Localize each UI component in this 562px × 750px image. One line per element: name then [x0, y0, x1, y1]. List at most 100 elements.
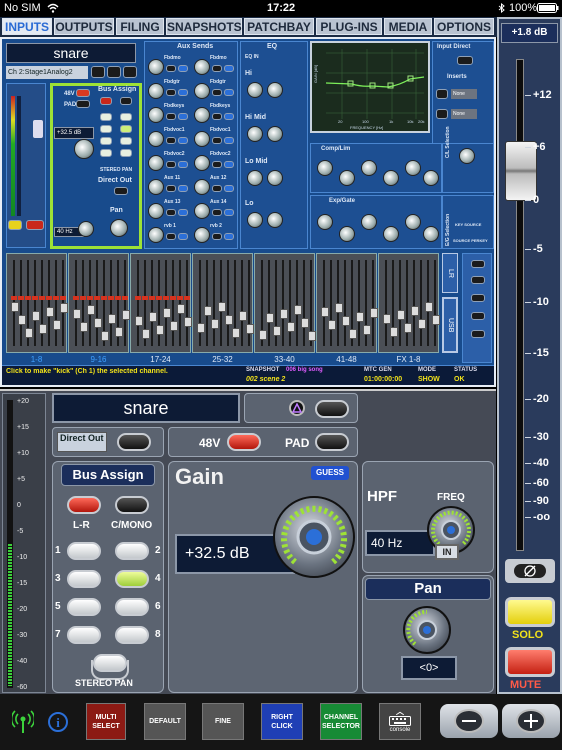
- mini-fader-cap[interactable]: [73, 309, 81, 319]
- eq-himid-freq-knob[interactable]: [267, 126, 283, 142]
- bus-5-toggle[interactable]: [67, 598, 101, 616]
- aux-send-knob[interactable]: [194, 203, 210, 219]
- gain-knob[interactable]: [273, 496, 355, 578]
- eq-hi-gain-knob[interactable]: [247, 82, 263, 98]
- mini-fader-cap[interactable]: [87, 305, 95, 315]
- mini-trim-fader-cap[interactable]: [33, 120, 43, 138]
- aux-send-on-button[interactable]: [178, 89, 188, 96]
- aux-send-pre-button[interactable]: [212, 89, 222, 96]
- mini-fader-cap[interactable]: [432, 315, 440, 325]
- mini-fader-cap[interactable]: [397, 310, 405, 320]
- mini-pan-knob[interactable]: [110, 219, 128, 237]
- aux-send-knob[interactable]: [148, 155, 164, 171]
- source-link-button[interactable]: [123, 66, 137, 78]
- eq-graph[interactable]: 20 100 1k 10k 20k FREQUENCY [Hz] GAIN [d…: [310, 41, 430, 133]
- mini-fader-cap[interactable]: [321, 307, 329, 317]
- mini-fader-cap[interactable]: [108, 314, 116, 324]
- comp-gain-knob[interactable]: [423, 170, 439, 186]
- aux-send-knob[interactable]: [148, 227, 164, 243]
- fader-bank-label[interactable]: FX 1-8: [378, 355, 439, 364]
- mini-fader-cap[interactable]: [218, 302, 226, 312]
- mini-fader-cap[interactable]: [184, 317, 192, 327]
- mini-bus-5[interactable]: [100, 137, 112, 145]
- fader-track[interactable]: [516, 59, 524, 551]
- aux-send-pre-button[interactable]: [212, 209, 222, 216]
- mini-fader-cap[interactable]: [301, 318, 309, 328]
- tab-filing[interactable]: FILING: [116, 18, 164, 35]
- overview-channel-name[interactable]: snare: [6, 43, 136, 63]
- channel-color-icon[interactable]: [289, 400, 305, 416]
- gate-hold-knob[interactable]: [383, 226, 399, 242]
- channel-selector-button[interactable]: CHANNEL SELECTOR: [320, 703, 362, 740]
- aux-send-knob[interactable]: [148, 83, 164, 99]
- aux-send-on-button[interactable]: [224, 161, 234, 168]
- mini-fader-cap[interactable]: [18, 315, 26, 325]
- gate-release-knob[interactable]: [405, 214, 421, 230]
- fader-bank-label[interactable]: 41-48: [316, 355, 377, 364]
- eq-hi-freq-knob[interactable]: [267, 82, 283, 98]
- right-click-button[interactable]: RIGHT CLICK: [261, 703, 303, 740]
- mini-fader-cap[interactable]: [280, 309, 288, 319]
- mini-fader-cap[interactable]: [122, 310, 130, 320]
- input-direct-toggle[interactable]: [457, 56, 473, 65]
- eq-lomid-gain-knob[interactable]: [247, 170, 263, 186]
- aux-send-pre-button[interactable]: [166, 185, 176, 192]
- bank-clear-button[interactable]: [471, 260, 485, 268]
- gate-ratio-knob[interactable]: [339, 226, 355, 242]
- tab-media[interactable]: MEDIA: [384, 18, 432, 35]
- mini-solo-button[interactable]: [8, 220, 22, 230]
- aux-send-on-button[interactable]: [224, 233, 234, 240]
- mini-fader-cap[interactable]: [266, 313, 274, 323]
- aux-send-pre-button[interactable]: [166, 65, 176, 72]
- aux-send-on-button[interactable]: [224, 113, 234, 120]
- eq-himid-gain-knob[interactable]: [247, 126, 263, 142]
- fader-bank-label[interactable]: 9-16: [68, 355, 129, 364]
- console-keyboard-button[interactable]: ︿ console: [379, 703, 421, 740]
- aux-send-pre-button[interactable]: [212, 137, 222, 144]
- mini-fader-cap[interactable]: [156, 325, 164, 335]
- mini-fader-cap[interactable]: [425, 302, 433, 312]
- bank-assign-button[interactable]: [471, 294, 485, 302]
- aux-send-knob[interactable]: [148, 131, 164, 147]
- mini-fader-cap[interactable]: [142, 329, 150, 339]
- aux-send-on-button[interactable]: [178, 113, 188, 120]
- mini-fader-cap[interactable]: [411, 306, 419, 316]
- mini-fader-cap[interactable]: [94, 318, 102, 328]
- mini-fader-cap[interactable]: [11, 302, 19, 312]
- insert-slot-2[interactable]: None: [451, 109, 477, 119]
- bank-spill-button[interactable]: [471, 276, 485, 284]
- side-button-lr[interactable]: LR: [442, 253, 458, 293]
- fader-bank-2[interactable]: [130, 253, 192, 353]
- mini-fader-cap[interactable]: [204, 306, 212, 316]
- eq-lo-gain-knob[interactable]: [247, 212, 263, 228]
- mini-fader-cap[interactable]: [163, 308, 171, 318]
- solo-button[interactable]: [505, 597, 555, 627]
- mini-fader-cap[interactable]: [287, 322, 295, 332]
- mini-fader-cap[interactable]: [135, 316, 143, 326]
- mini-lr-toggle[interactable]: [100, 97, 112, 105]
- aux-send-pre-button[interactable]: [212, 233, 222, 240]
- mini-bus-3[interactable]: [100, 125, 112, 133]
- mini-mute-button[interactable]: [26, 220, 44, 230]
- aux-send-on-button[interactable]: [224, 209, 234, 216]
- mini-fader-cap[interactable]: [101, 331, 109, 341]
- default-button[interactable]: DEFAULT: [144, 703, 186, 740]
- gate-threshold-knob[interactable]: [317, 214, 333, 230]
- channel-link-toggle[interactable]: [315, 400, 349, 418]
- tab-inputs[interactable]: INPUTS: [2, 18, 52, 35]
- aux-send-knob[interactable]: [194, 59, 210, 75]
- mini-hpf-knob[interactable]: [78, 221, 94, 237]
- mini-fader-cap[interactable]: [170, 321, 178, 331]
- aux-send-on-button[interactable]: [224, 137, 234, 144]
- bus-2-toggle[interactable]: [115, 542, 149, 560]
- fader-bank-5[interactable]: [316, 253, 378, 353]
- aux-send-on-button[interactable]: [178, 137, 188, 144]
- aux-send-pre-button[interactable]: [166, 89, 176, 96]
- mini-fader-cap[interactable]: [383, 314, 391, 324]
- mini-bus-1[interactable]: [100, 113, 112, 121]
- aux-send-on-button[interactable]: [178, 161, 188, 168]
- mini-fader-cap[interactable]: [294, 305, 302, 315]
- fader-bank-label[interactable]: 25-32: [192, 355, 253, 364]
- bus-6-toggle[interactable]: [115, 598, 149, 616]
- aux-send-pre-button[interactable]: [212, 185, 222, 192]
